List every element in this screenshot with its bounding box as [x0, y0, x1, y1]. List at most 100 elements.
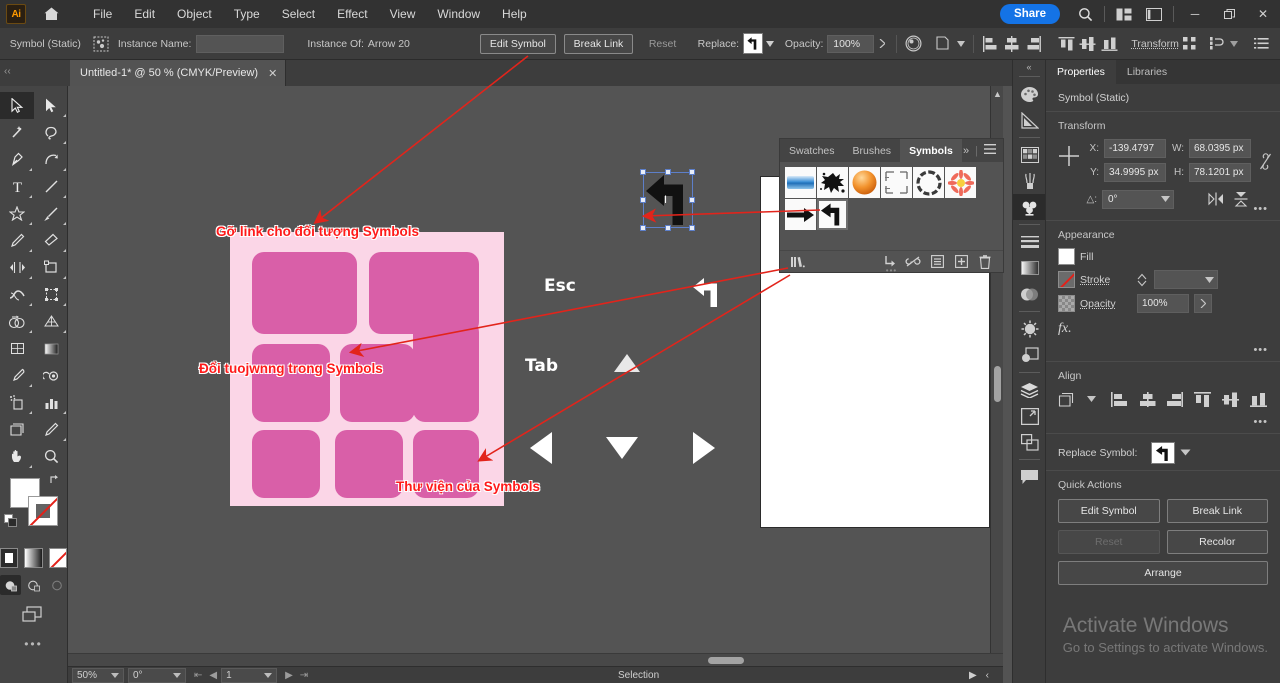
- canvas-triangle-right[interactable]: [693, 432, 715, 464]
- menu-item-view[interactable]: View: [379, 3, 427, 25]
- angle-input[interactable]: 0°: [1102, 190, 1174, 209]
- selection-handle[interactable]: [689, 225, 695, 231]
- menu-item-object[interactable]: Object: [166, 3, 223, 25]
- new-symbol-icon[interactable]: [951, 253, 971, 271]
- symbol-options-icon[interactable]: [927, 253, 947, 271]
- transform-button[interactable]: Transform: [1131, 38, 1178, 50]
- selection-handle[interactable]: [640, 225, 646, 231]
- break-link-icon[interactable]: [903, 253, 923, 271]
- symbol-corner-brackets[interactable]: [881, 167, 912, 198]
- blend-tool[interactable]: [34, 362, 68, 389]
- menu-item-window[interactable]: Window: [426, 3, 491, 25]
- w-input[interactable]: 68.0395 px: [1189, 139, 1251, 158]
- panel-options-icon[interactable]: [1251, 33, 1272, 55]
- symbol-ink-splat[interactable]: [817, 167, 848, 198]
- canvas-triangle-left[interactable]: [530, 432, 552, 464]
- align-bottom-icon[interactable]: [1098, 33, 1119, 55]
- direct-selection-tool[interactable]: [34, 92, 68, 119]
- reference-point-icon[interactable]: [1058, 139, 1080, 170]
- replace-symbol-dropdown-icon[interactable]: [1180, 447, 1191, 459]
- menu-item-file[interactable]: File: [82, 3, 123, 25]
- stroke-swatch[interactable]: [28, 496, 58, 526]
- workspace-switcher-icon[interactable]: [1139, 0, 1169, 28]
- align-center-horizontal-icon[interactable]: [1001, 33, 1022, 55]
- arrange-button[interactable]: Arrange: [1058, 561, 1268, 585]
- symbols-panel[interactable]: Swatches Brushes Symbols » |: [779, 138, 1004, 273]
- lasso-tool[interactable]: [34, 119, 68, 146]
- align-left-icon[interactable]: [1110, 389, 1130, 409]
- brushes-icon[interactable]: [1013, 168, 1046, 194]
- stroke-swatch[interactable]: [1058, 271, 1075, 288]
- align-right-icon[interactable]: [1023, 33, 1044, 55]
- transparency-icon[interactable]: [1013, 281, 1046, 307]
- expand-panel-icon[interactable]: »: [963, 145, 969, 157]
- tab-libraries[interactable]: Libraries: [1116, 60, 1178, 84]
- arrange-documents-icon[interactable]: [1109, 0, 1139, 28]
- type-tool[interactable]: T: [0, 173, 34, 200]
- flip-vertical-icon[interactable]: [1231, 189, 1251, 209]
- stroke-icon[interactable]: [1013, 229, 1046, 255]
- zoom-level-select[interactable]: 50%: [72, 668, 124, 683]
- delete-symbol-icon[interactable]: [975, 253, 995, 271]
- menu-item-help[interactable]: Help: [491, 3, 538, 25]
- menu-item-edit[interactable]: Edit: [123, 3, 166, 25]
- width-tool[interactable]: [0, 281, 34, 308]
- artboards-icon[interactable]: [1013, 403, 1046, 429]
- artboard-tool[interactable]: [0, 416, 34, 443]
- symbol-arrow-right[interactable]: [785, 199, 816, 230]
- first-artboard-icon[interactable]: ⇤: [194, 670, 202, 681]
- replace-symbol-dropdown[interactable]: [763, 33, 777, 55]
- selection-handle[interactable]: [689, 197, 695, 203]
- align-to-selection-icon[interactable]: [1058, 389, 1078, 409]
- opacity-input[interactable]: 100%: [1137, 294, 1189, 313]
- eyedropper-tool[interactable]: [0, 362, 34, 389]
- menu-item-select[interactable]: Select: [271, 3, 326, 25]
- align-left-icon[interactable]: [980, 33, 1001, 55]
- replace-symbol-thumbnail[interactable]: [1151, 442, 1175, 464]
- document-tab[interactable]: Untitled-1* @ 50 % (CMYK/Preview) ✕: [70, 60, 286, 86]
- home-icon[interactable]: [38, 1, 64, 27]
- color-mode-button[interactable]: [0, 548, 18, 568]
- close-button[interactable]: ✕: [1246, 0, 1280, 28]
- panel-menu-icon[interactable]: [984, 144, 996, 157]
- link-broken-icon[interactable]: [1257, 139, 1272, 173]
- opacity-expand-icon[interactable]: [874, 33, 890, 55]
- selection-handle[interactable]: [689, 169, 695, 175]
- slice-tool[interactable]: [34, 416, 68, 443]
- panel-resize-grip[interactable]: •••: [879, 269, 905, 273]
- fx-button[interactable]: fx.: [1058, 321, 1268, 337]
- opacity-swatch[interactable]: [1058, 295, 1075, 312]
- gradient-icon[interactable]: [1013, 255, 1046, 281]
- symbol-libraries-icon[interactable]: [788, 253, 808, 271]
- align-center-horizontal-icon[interactable]: [1137, 389, 1157, 409]
- edit-symbol-button[interactable]: Edit Symbol: [480, 34, 556, 54]
- distribute-spacing-icon[interactable]: [1179, 33, 1200, 55]
- free-transform-tool[interactable]: [34, 281, 68, 308]
- tab-properties[interactable]: Properties: [1046, 60, 1116, 84]
- scrollbar-thumb[interactable]: [708, 657, 744, 664]
- edit-symbol-button[interactable]: Edit Symbol: [1058, 499, 1160, 523]
- canvas-arrow-corner-shape[interactable]: [692, 276, 724, 311]
- recolor-button[interactable]: Recolor: [1167, 530, 1269, 554]
- rotate-tool[interactable]: [0, 254, 34, 281]
- menu-item-effect[interactable]: Effect: [326, 3, 378, 25]
- color-guide-icon[interactable]: [1013, 107, 1046, 133]
- symbol-red-flower[interactable]: [945, 167, 976, 198]
- replace-symbol-thumbnail[interactable]: [743, 33, 763, 54]
- default-fill-stroke-icon[interactable]: [4, 514, 18, 531]
- hand-tool[interactable]: [0, 443, 34, 470]
- next-artboard-icon[interactable]: ▶: [285, 670, 293, 681]
- instance-name-input[interactable]: [196, 35, 284, 53]
- appearance-icon[interactable]: [1013, 316, 1046, 342]
- last-artboard-icon[interactable]: ⇥: [300, 670, 308, 681]
- pencil-tool[interactable]: [0, 227, 34, 254]
- shape-tool[interactable]: [0, 200, 34, 227]
- opacity-input[interactable]: 100%: [827, 35, 874, 53]
- break-link-button[interactable]: Break Link: [564, 34, 634, 54]
- paintbrush-tool[interactable]: [34, 200, 68, 227]
- swatches-icon[interactable]: [1013, 142, 1046, 168]
- scrollbar-thumb[interactable]: [994, 366, 1001, 402]
- align-to-dropdown-icon[interactable]: [1082, 389, 1102, 409]
- selection-handle[interactable]: [665, 225, 671, 231]
- tab-symbols[interactable]: Symbols: [900, 139, 962, 162]
